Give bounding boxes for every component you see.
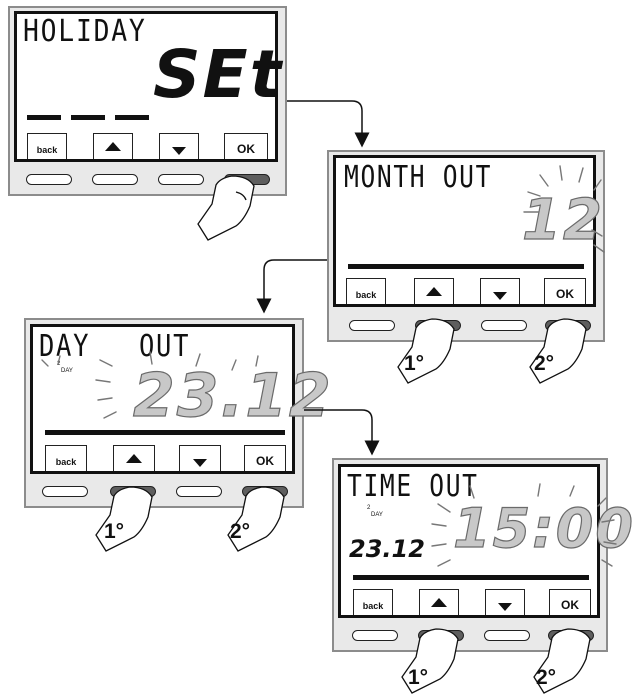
step-label-1: 1°	[104, 520, 125, 543]
step-label-2: 2°	[534, 352, 555, 375]
step-label-1: 1°	[404, 352, 425, 375]
step-label-2: 2°	[536, 666, 557, 689]
diagram-overlay	[41, 100, 617, 694]
step-label-1: 1°	[408, 666, 429, 689]
flow-arrow-1	[287, 100, 370, 148]
flow-arrow-3	[304, 409, 380, 456]
blink-rays-icon	[41, 351, 259, 419]
blink-rays-icon	[431, 483, 617, 567]
pressing-finger-icon	[197, 175, 255, 241]
blink-rays-icon	[523, 165, 605, 253]
step-label-2: 2°	[230, 520, 251, 543]
flow-arrow-2	[256, 259, 327, 314]
